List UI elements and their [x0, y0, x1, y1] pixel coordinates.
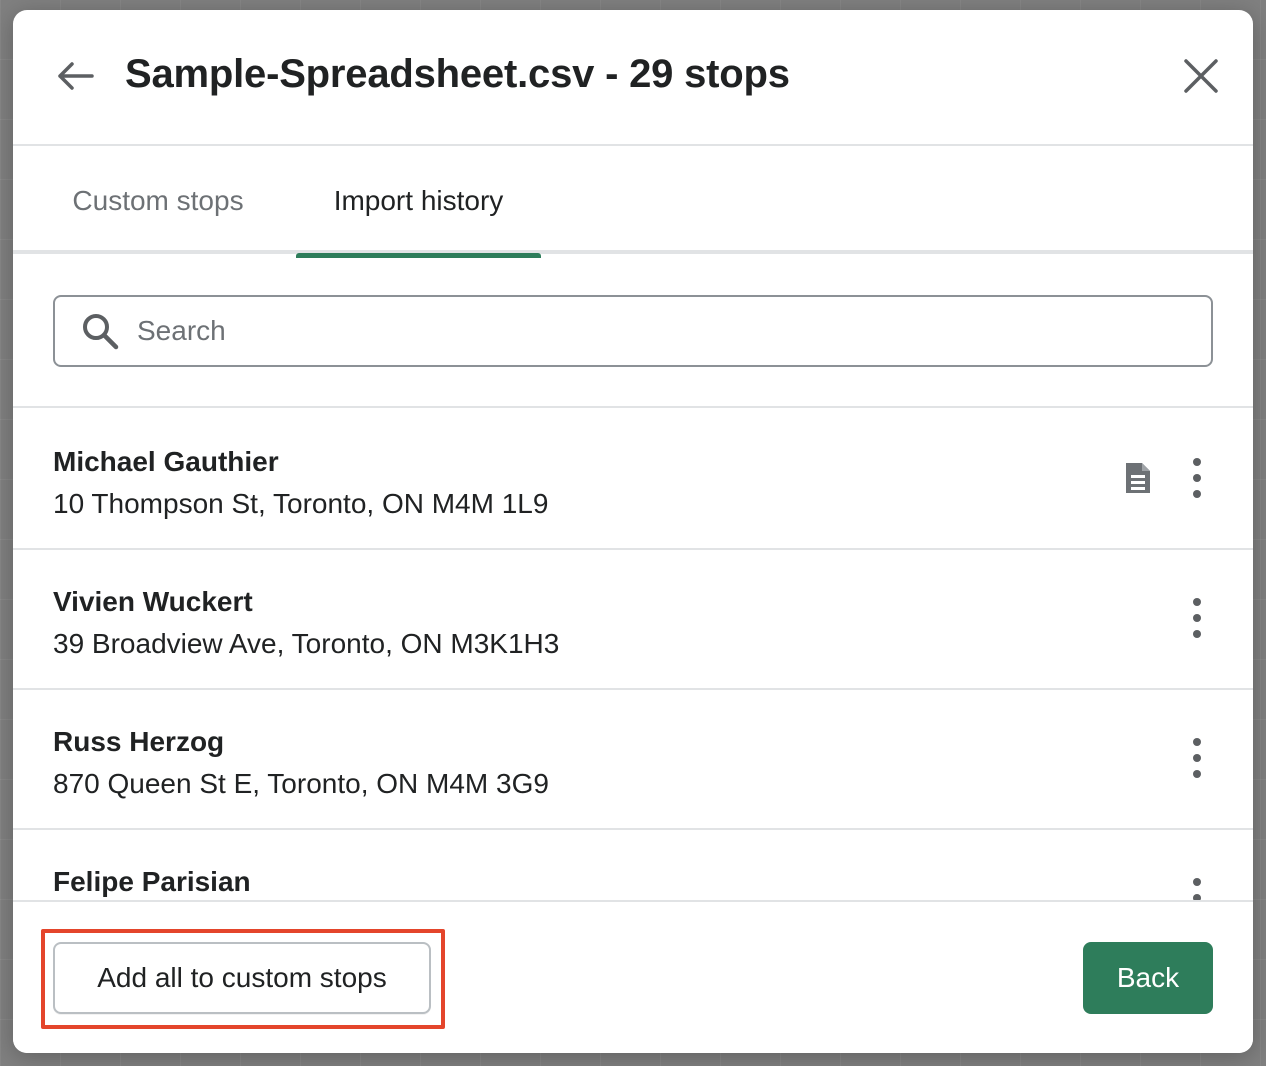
add-all-to-custom-stops-button[interactable]: Add all to custom stops: [53, 942, 431, 1014]
stop-address: 10 Thompson St, Toronto, ON M4M 1L9: [53, 488, 549, 519]
arrow-left-icon: [58, 62, 94, 90]
back-arrow-button[interactable]: [53, 54, 97, 98]
modal-header: Sample-Spreadsheet.csv - 29 stops: [13, 10, 1253, 146]
stop-address: 870 Queen St E, Toronto, ON M4M 3G9: [53, 768, 549, 799]
list-item[interactable]: Michael Gauthier 10 Thompson St, Toronto…: [13, 410, 1253, 550]
stop-address: 39 Broadview Ave, Toronto, ON M3K1H3: [53, 628, 560, 659]
stop-name: Vivien Wuckert: [53, 586, 253, 617]
search-input[interactable]: [137, 315, 1137, 347]
modal-footer: Add all to custom stops Back: [13, 900, 1253, 1053]
list-item[interactable]: Russ Herzog 870 Queen St E, Toronto, ON …: [13, 690, 1253, 830]
tab-bar: Custom stops Import history: [13, 148, 1253, 258]
stop-name: Michael Gauthier: [53, 446, 279, 477]
back-button[interactable]: Back: [1083, 942, 1213, 1014]
stop-name: Russ Herzog: [53, 726, 225, 757]
more-vertical-icon[interactable]: [1185, 598, 1209, 638]
more-vertical-icon[interactable]: [1185, 738, 1209, 778]
tab-custom-stops[interactable]: Custom stops: [43, 148, 273, 254]
close-button[interactable]: [1179, 54, 1223, 98]
list-item[interactable]: Vivien Wuckert 39 Broadview Ave, Toronto…: [13, 550, 1253, 690]
search-field[interactable]: [53, 295, 1213, 367]
stops-list: Michael Gauthier 10 Thompson St, Toronto…: [13, 410, 1253, 900]
stop-name: Felipe Parisian: [53, 866, 251, 897]
close-icon: [1184, 59, 1218, 93]
more-vertical-icon[interactable]: [1185, 458, 1209, 498]
modal-title: Sample-Spreadsheet.csv - 29 stops: [125, 52, 790, 96]
search-icon: [81, 312, 119, 350]
tab-import-history[interactable]: Import history: [296, 148, 541, 258]
import-modal: Sample-Spreadsheet.csv - 29 stops Custom…: [13, 10, 1253, 1053]
more-vertical-icon[interactable]: [1185, 878, 1209, 900]
list-item[interactable]: Felipe Parisian: [13, 830, 1253, 900]
search-section: [13, 258, 1253, 408]
document-icon: [1123, 460, 1153, 496]
